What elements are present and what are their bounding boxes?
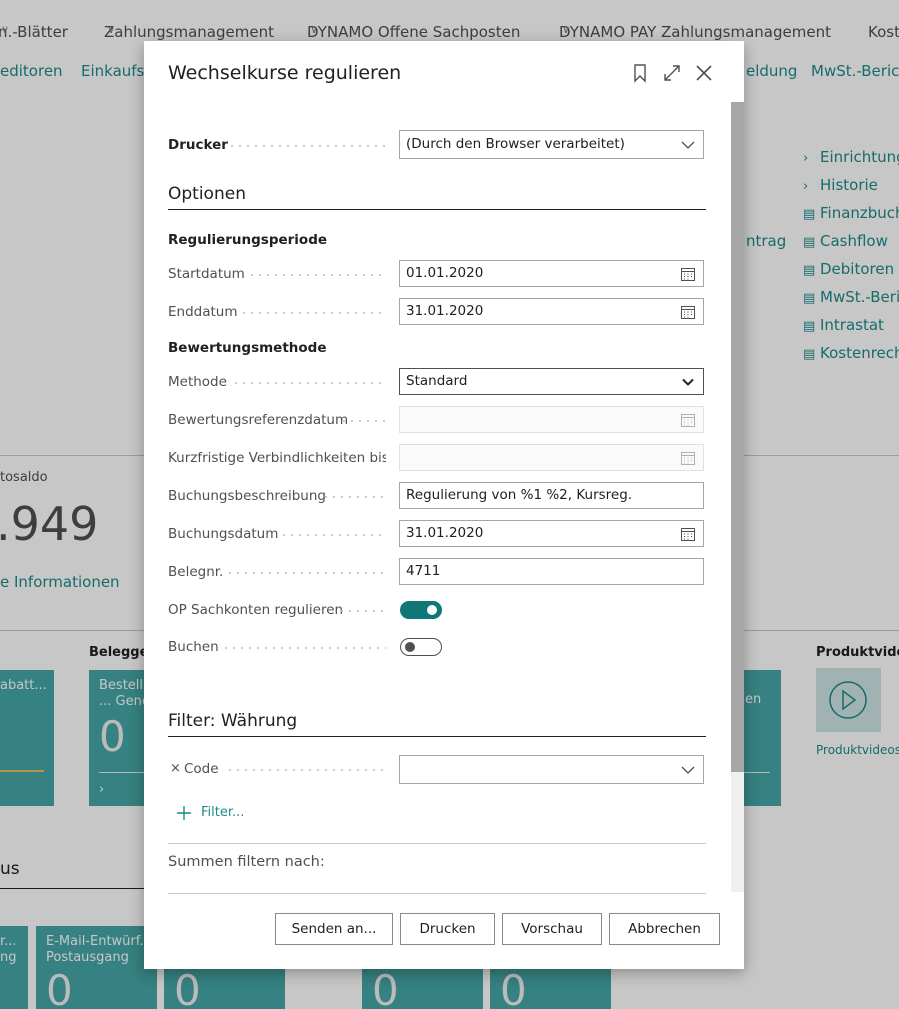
section-divider [168, 843, 706, 844]
short-liabilities-label: Kurzfristige Verbindlichkeiten bis [168, 450, 386, 466]
end-date-input[interactable]: 31.01.2020 [399, 298, 704, 325]
exchange-rate-dialog: Wechselkurse regulieren Drucker (Durch d… [144, 41, 744, 969]
period-title: Regulierungsperiode [168, 232, 328, 248]
send-to-button[interactable]: Senden an... [275, 913, 393, 945]
bookmark-icon[interactable] [630, 63, 650, 83]
code-filter-select[interactable] [399, 755, 704, 784]
chevron-down-icon [682, 378, 694, 386]
chevron-down-icon [681, 141, 695, 149]
section-divider [168, 736, 706, 737]
calendar-icon[interactable] [680, 304, 696, 320]
section-divider [168, 893, 706, 894]
cancel-button[interactable]: Abbrechen [609, 913, 720, 945]
reference-date-input [399, 406, 704, 433]
calendar-icon[interactable] [680, 526, 696, 542]
remove-filter-icon[interactable]: × [170, 761, 181, 776]
short-liabilities-input [399, 444, 704, 471]
scrollbar-thumb[interactable] [731, 102, 744, 772]
section-divider [168, 209, 706, 210]
dialog-title: Wechselkurse regulieren [168, 62, 402, 84]
start-date-input[interactable]: 01.01.2020 [399, 260, 704, 287]
chevron-down-icon [681, 766, 695, 774]
adjust-gl-toggle[interactable] [400, 601, 442, 619]
plus-icon [177, 806, 191, 820]
posting-date-input[interactable]: 31.01.2020 [399, 520, 704, 547]
section-options-title: Optionen [168, 184, 246, 204]
valuation-title: Bewertungsmethode [168, 340, 327, 356]
print-button[interactable]: Drucken [400, 913, 495, 945]
calendar-icon [681, 452, 695, 465]
calendar-icon [681, 414, 695, 427]
filter-currency-title: Filter: Währung [168, 711, 298, 731]
post-toggle[interactable] [400, 638, 442, 656]
posting-description-input[interactable]: Regulierung von %1 %2, Kursreg. [399, 482, 704, 509]
close-icon[interactable] [694, 63, 714, 83]
calendar-icon[interactable] [680, 266, 696, 282]
method-select[interactable]: Standard [399, 368, 704, 395]
expand-icon[interactable] [662, 63, 682, 83]
document-number-input[interactable]: 4711 [399, 558, 704, 585]
preview-button[interactable]: Vorschau [502, 913, 602, 945]
printer-select[interactable]: (Durch den Browser verarbeitet) [399, 130, 704, 159]
totals-filter-title: Summen filtern nach: [168, 854, 325, 870]
